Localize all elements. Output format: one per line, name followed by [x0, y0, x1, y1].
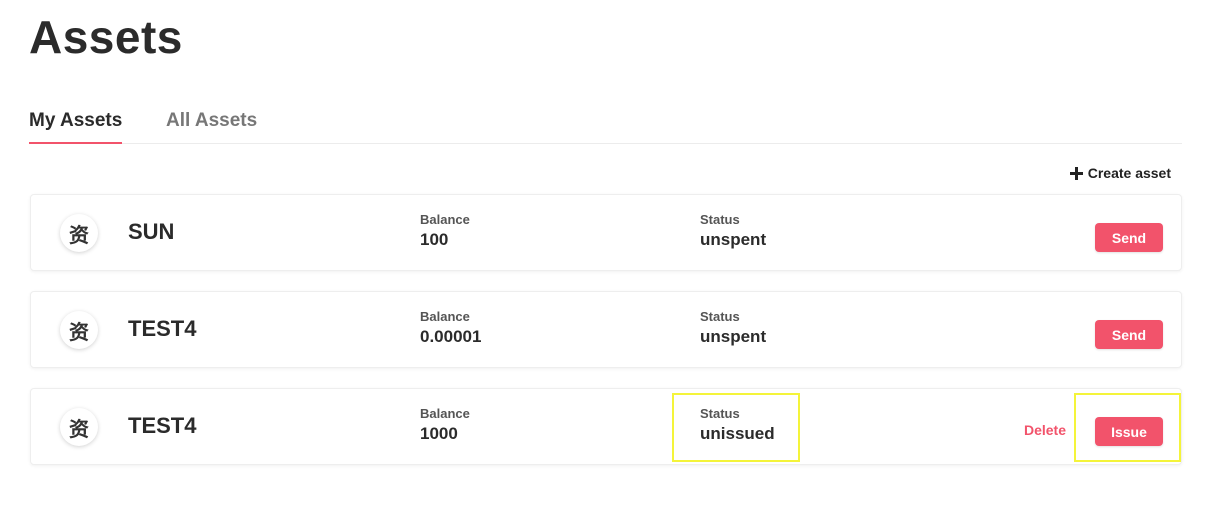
create-asset-label: Create asset [1087, 165, 1171, 181]
balance-field: Balance 100 [420, 212, 470, 250]
status-field: Status unspent [700, 309, 766, 347]
balance-label: Balance [420, 212, 470, 227]
balance-field: Balance 0.00001 [420, 309, 481, 347]
send-button[interactable]: Send [1095, 320, 1163, 349]
balance-label: Balance [420, 309, 470, 324]
asset-tabs: My Assets All Assets [29, 106, 1182, 144]
send-button[interactable]: Send [1095, 223, 1163, 252]
balance-value: 100 [420, 230, 449, 249]
asset-card: 资 SUN Balance 100 Status unspent Send [30, 194, 1182, 271]
page-title: Assets [29, 11, 183, 63]
tab-my-assets[interactable]: My Assets [29, 110, 123, 144]
balance-value: 1000 [420, 424, 458, 443]
status-value: unissued [700, 424, 775, 443]
asset-card: 资 TEST4 Balance 0.00001 Status unspent S… [30, 291, 1182, 368]
status-value: unspent [700, 230, 767, 249]
asset-card: 资 TEST4 Balance 1000 Status unissued Del… [30, 388, 1182, 465]
asset-name: SUN [128, 219, 175, 244]
asset-avatar-icon: 资 [60, 408, 98, 446]
status-field: Status unissued [700, 406, 775, 444]
asset-avatar-icon: 资 [60, 311, 98, 349]
status-value: unspent [700, 327, 767, 346]
asset-name: TEST4 [128, 316, 197, 341]
balance-label: Balance [420, 406, 470, 421]
status-label: Status [700, 406, 740, 421]
balance-field: Balance 1000 [420, 406, 470, 444]
tab-all-assets[interactable]: All Assets [166, 110, 257, 142]
asset-name: TEST4 [128, 413, 197, 438]
asset-avatar-icon: 资 [60, 214, 98, 252]
issue-button[interactable]: Issue [1095, 417, 1163, 446]
status-label: Status [700, 212, 740, 227]
create-asset-button[interactable]: Create asset [1069, 165, 1171, 181]
status-field: Status unspent [700, 212, 766, 250]
plus-icon [1069, 166, 1083, 180]
status-label: Status [700, 309, 740, 324]
delete-link[interactable]: Delete [1024, 422, 1066, 438]
balance-value: 0.00001 [420, 327, 482, 346]
